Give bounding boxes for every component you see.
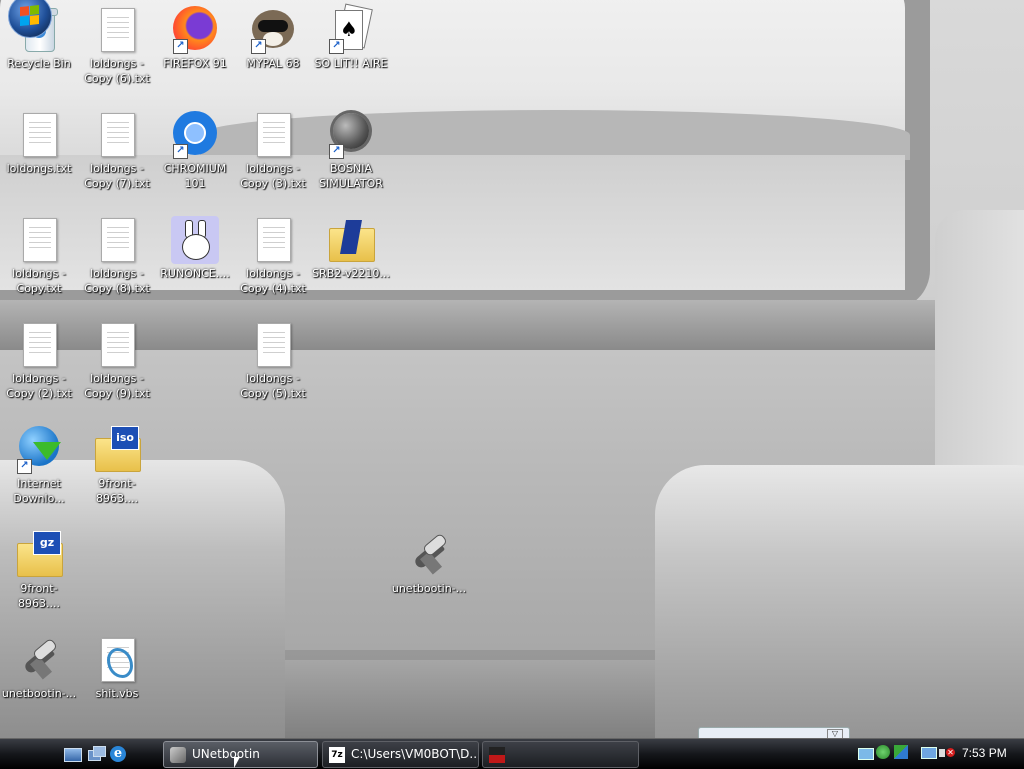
desktop-icon-unetbootin[interactable]: unetbootin-... [390, 531, 468, 596]
shortcut-arrow-icon: ↗ [329, 144, 344, 159]
solitaire-cards-icon: ♠ ↗ [327, 3, 375, 54]
text-file-icon [249, 216, 297, 264]
desktop-icon-internet-download-manager[interactable]: ↗ Internet Downlo... [0, 426, 78, 506]
text-file-icon [249, 321, 297, 369]
desktop-icon-bosnia-simulator[interactable]: ↗ BOSNIA SIMULATOR [312, 111, 390, 191]
update-icon[interactable] [894, 745, 910, 761]
desktop-icon-unetbootin[interactable]: unetbootin-... [0, 636, 78, 701]
desktop-icon-label: CHROMIUM 101 [163, 162, 227, 190]
desktop-icon-label: Recycle Bin [7, 57, 71, 70]
desktop-icon-label: Internet Downlo... [13, 477, 65, 505]
unetbootin-icon [170, 746, 186, 763]
desktop-icon-text-file[interactable]: loldongs - Copy (7).txt [78, 111, 156, 191]
desktop-icon-label: 9front-8963.... [96, 477, 138, 505]
desktop-icon-mypal[interactable]: ↗ MYPAL 68 [234, 6, 312, 71]
desktop-icon-text-file[interactable]: loldongs - Copy (3).txt [234, 111, 312, 191]
wallpaper-seat-right [655, 465, 1024, 738]
desktop-icon-iso-archive[interactable]: iso 9front-8963.... [78, 426, 156, 506]
desktop-icon-label: MYPAL 68 [246, 57, 300, 70]
desktop-icon-gz-archive[interactable]: gz 9front-8963.... [0, 531, 78, 611]
taskbar-button-label: UNetbootin [192, 747, 260, 761]
windows-orb-icon [20, 5, 40, 27]
gz-folder-icon: gz [15, 531, 63, 579]
desktop-icon-label: shit.vbs [95, 687, 139, 700]
volume-muted-icon[interactable]: ✕ [939, 745, 955, 761]
desktop-icon-text-file[interactable]: loldongs - Copy (6).txt [78, 6, 156, 86]
desktop-icon-text-file[interactable]: loldongs.txt [0, 111, 78, 176]
mypal-raccoon-icon: ↗ [249, 6, 297, 54]
shortcut-arrow-icon: ↗ [173, 144, 188, 159]
desktop-icon-label: loldongs.txt [6, 162, 72, 175]
taskbar-button-app[interactable] [482, 741, 639, 768]
show-desktop-icon[interactable] [64, 746, 82, 762]
text-file-icon [93, 111, 141, 159]
mouse-cursor-icon [234, 757, 246, 768]
desktop-icon-label: loldongs - Copy.txt [12, 267, 66, 295]
iso-tag: iso [111, 426, 139, 450]
text-file-icon [15, 321, 63, 369]
unetbootin-rocket-icon [15, 636, 63, 684]
taskbar-clock[interactable]: 7:53 PM [962, 746, 1007, 760]
iso-folder-icon: iso [93, 426, 141, 474]
folder-icon [327, 216, 375, 264]
text-file-icon [249, 111, 297, 159]
app-icon [489, 746, 505, 763]
taskbar-button-label: C:\Users\VM0BOT\D... [351, 747, 479, 761]
text-file-icon [15, 111, 63, 159]
display-icon[interactable] [921, 745, 937, 761]
desktop-icon-label: unetbootin-... [391, 582, 467, 595]
desktop-icon-label: loldongs - Copy (6).txt [84, 57, 150, 85]
desktop-icon-text-file[interactable]: loldongs - Copy.txt [0, 216, 78, 296]
unetbootin-rocket-icon [405, 531, 453, 579]
desktop-icon-vbs-script[interactable]: shit.vbs [78, 636, 156, 701]
shortcut-arrow-icon: ↗ [17, 459, 32, 474]
shortcut-arrow-icon: ↗ [329, 39, 344, 54]
desktop-icon-label: loldongs - Copy (9).txt [84, 372, 150, 400]
network-icon-2[interactable] [876, 745, 892, 761]
desktop-icon-text-file[interactable]: loldongs - Copy (5).txt [234, 321, 312, 401]
desktop-icon-label: loldongs - Copy (2).txt [6, 372, 72, 400]
desktop-icon-text-file[interactable]: loldongs - Copy (9).txt [78, 321, 156, 401]
desktop-icon-label: loldongs - Copy (5).txt [240, 372, 306, 400]
taskbar-button-7zip[interactable]: 7z C:\Users\VM0BOT\D... [322, 741, 479, 768]
desktop-icon-label: loldongs - Copy (7).txt [84, 162, 150, 190]
firefox-icon: ↗ [171, 6, 219, 54]
7zip-icon: 7z [329, 746, 345, 763]
desktop-icon-label: 9front-8963.... [18, 582, 60, 610]
desktop-icon-label: SO LIT!! AIRE [314, 57, 388, 70]
script-file-icon [93, 636, 141, 684]
chromium-icon: ↗ [171, 111, 219, 159]
shortcut-arrow-icon: ↗ [251, 39, 266, 54]
desktop-icon-label: SRB2-v2210... [312, 267, 390, 280]
text-file-icon [15, 216, 63, 264]
switch-windows-icon[interactable] [88, 746, 106, 762]
text-file-icon [93, 6, 141, 54]
desktop-icon-text-file[interactable]: loldongs - Copy (8).txt [78, 216, 156, 296]
desktop-icon-label: loldongs - Copy (4).txt [240, 267, 306, 295]
desktop-icon-runonce[interactable]: RUNONCE.... [156, 216, 234, 281]
mine-icon: ↗ [327, 111, 375, 159]
desktop-icon-label: unetbootin-... [1, 687, 77, 700]
desktop-icon-chromium[interactable]: ↗ CHROMIUM 101 [156, 111, 234, 191]
shortcut-arrow-icon: ↗ [173, 39, 188, 54]
globe-download-icon: ↗ [15, 426, 63, 474]
desktop-icon-text-file[interactable]: loldongs - Copy (2).txt [0, 321, 78, 401]
desktop-icon-firefox[interactable]: ↗ FIREFOX 91 [156, 6, 234, 71]
desktop-icon-srb2-folder[interactable]: SRB2-v2210... [312, 216, 390, 281]
desktop-icon-label: loldongs - Copy (8).txt [84, 267, 150, 295]
text-file-icon [93, 321, 141, 369]
desktop-icon-label: loldongs - Copy (3).txt [240, 162, 306, 190]
desktop-icon-label: FIREFOX 91 [163, 57, 227, 70]
bunny-icon [171, 216, 219, 264]
text-file-icon [93, 216, 141, 264]
internet-explorer-icon[interactable]: e [110, 746, 128, 762]
desktop-icon-label: BOSNIA SIMULATOR [319, 162, 383, 190]
desktop-icon-text-file[interactable]: loldongs - Copy (4).txt [234, 216, 312, 296]
network-icon[interactable] [858, 745, 874, 761]
desktop-icon-solitaire[interactable]: ♠ ↗ SO LIT!! AIRE [312, 3, 390, 71]
desktop-icon-label: RUNONCE.... [160, 267, 230, 280]
gz-tag: gz [33, 531, 61, 555]
